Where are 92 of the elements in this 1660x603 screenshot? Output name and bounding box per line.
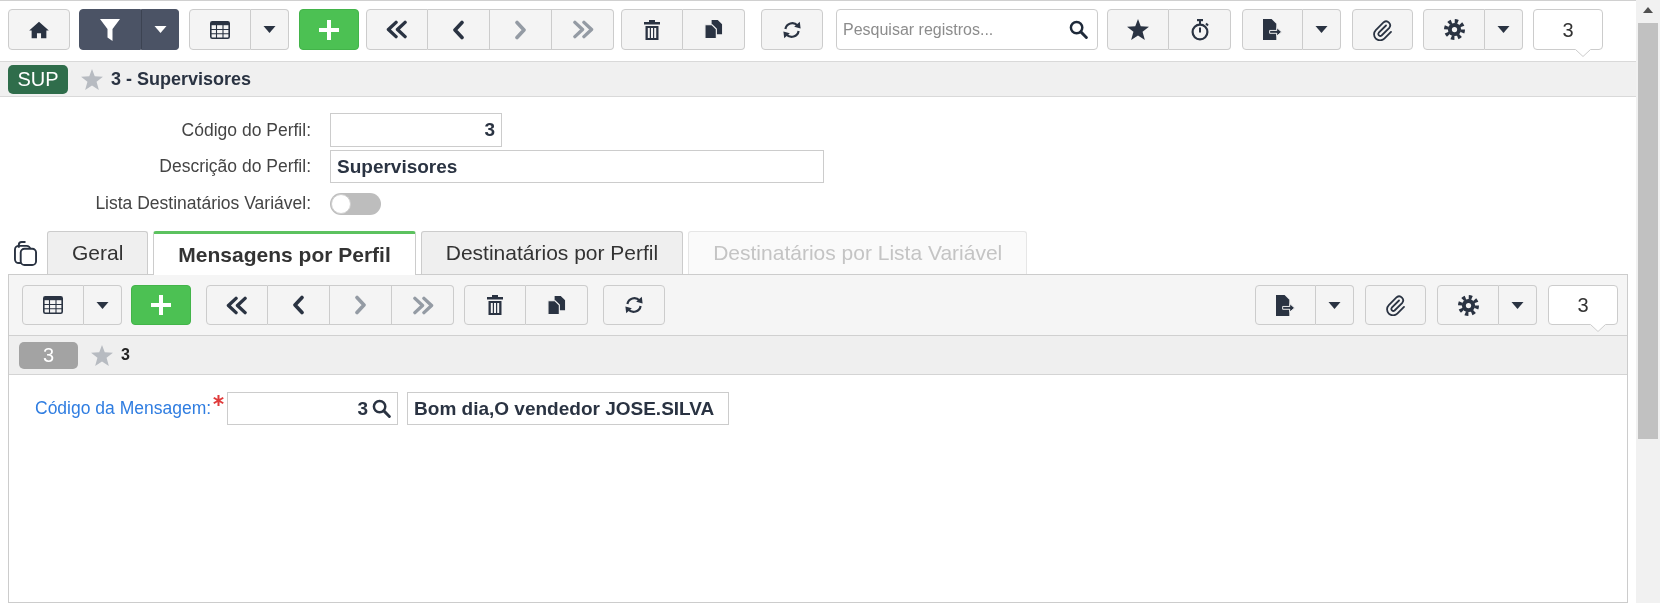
plus-icon — [151, 295, 171, 315]
home-icon — [29, 20, 49, 39]
scroll-up-icon — [1643, 7, 1653, 13]
code-field[interactable]: 3 — [330, 113, 502, 147]
documents-icon — [704, 20, 723, 39]
description-field[interactable]: Supervisores — [330, 150, 824, 183]
chevron-left-icon — [452, 19, 465, 40]
search-field[interactable]: Pesquisar registros... — [836, 9, 1098, 50]
settings-button[interactable] — [1437, 285, 1499, 325]
settings-menu-button[interactable] — [1485, 9, 1523, 50]
table-icon — [43, 296, 63, 314]
refresh-button[interactable] — [603, 285, 665, 325]
toggle-switch[interactable] — [330, 192, 381, 215]
field-label: Descrição do Perfil: — [158, 155, 311, 179]
export-button[interactable] — [1255, 285, 1316, 325]
star-icon — [1127, 19, 1149, 40]
caret-down-icon — [1511, 301, 1524, 309]
search-icon — [372, 399, 392, 418]
delete-button[interactable] — [464, 285, 526, 325]
double-chevron-right-icon — [410, 295, 435, 315]
record-badge: 3 — [19, 341, 78, 369]
filter-button[interactable] — [79, 9, 141, 50]
attach-button[interactable] — [1365, 285, 1426, 325]
record-count: 3 — [1533, 9, 1603, 50]
scrollbar-thumb[interactable] — [1638, 23, 1658, 439]
grid-view-menu-button[interactable] — [251, 9, 289, 50]
lookup-field[interactable]: 3 — [227, 392, 399, 425]
field-label: Código da Mensagem: — [35, 397, 212, 421]
tab[interactable]: Destinatários por Perfil — [420, 231, 684, 274]
documents-icon — [547, 295, 566, 315]
chevron-right-icon — [354, 295, 367, 315]
first-record-button[interactable] — [366, 9, 428, 50]
description-field[interactable]: Bom dia,O vendedor JOSE.SILVA — [407, 392, 730, 425]
refresh-icon — [624, 295, 644, 315]
export-menu-button[interactable] — [1303, 9, 1341, 50]
export-menu-button[interactable] — [1316, 285, 1354, 325]
caret-down-icon — [263, 26, 276, 33]
double-chevron-left-icon — [385, 20, 409, 39]
table-icon — [210, 20, 230, 39]
filter-icon — [100, 18, 120, 41]
file-export-icon — [1263, 19, 1282, 40]
double-chevron-left-icon — [225, 295, 249, 315]
record-title: 3 — [121, 345, 130, 365]
refresh-icon — [782, 19, 802, 40]
first-record-button[interactable] — [206, 285, 268, 325]
tab[interactable]: Mensagens por Perfil — [153, 231, 416, 275]
caret-down-icon — [1328, 301, 1341, 309]
chevron-right-icon — [514, 19, 527, 40]
grid-view-button[interactable] — [189, 9, 251, 50]
field-label: Lista Destinatários Variável: — [94, 192, 311, 216]
caret-down-icon — [96, 301, 109, 309]
caret-down-icon — [153, 26, 167, 33]
caret-down-icon — [1315, 26, 1328, 33]
trash-icon — [487, 295, 503, 315]
file-export-icon — [1276, 294, 1295, 316]
bubble-pointer-icon — [1575, 49, 1591, 57]
record-count: 3 — [1548, 285, 1618, 325]
double-chevron-right-icon — [570, 20, 595, 39]
previous-record-button[interactable] — [428, 9, 490, 50]
grid-view-button[interactable] — [22, 285, 84, 325]
caret-down-icon — [1497, 26, 1510, 33]
delete-button[interactable] — [621, 9, 683, 50]
settings-button[interactable] — [1423, 9, 1485, 50]
plus-icon — [319, 19, 339, 40]
chevron-left-icon — [292, 295, 305, 315]
attach-button[interactable] — [1352, 9, 1413, 50]
search-icon — [1069, 20, 1088, 39]
previous-record-button[interactable] — [268, 285, 330, 325]
duplicate-button[interactable] — [526, 285, 588, 325]
filter-menu-button[interactable] — [141, 9, 179, 50]
refresh-button[interactable] — [761, 9, 823, 50]
home-button[interactable] — [8, 9, 70, 50]
duplicate-button[interactable] — [683, 9, 745, 50]
timer-button[interactable] — [1169, 9, 1231, 50]
add-button[interactable] — [299, 9, 359, 50]
settings-icon — [1443, 19, 1465, 40]
trash-icon — [644, 19, 660, 40]
copy-icon — [14, 240, 37, 266]
grid-view-menu-button[interactable] — [84, 285, 122, 325]
stopwatch-icon — [1189, 18, 1210, 41]
field-label: Código do Perfil: — [180, 118, 311, 142]
add-button[interactable] — [131, 285, 191, 325]
paperclip-icon — [1384, 294, 1407, 316]
bubble-pointer-icon — [1590, 324, 1606, 332]
export-button[interactable] — [1242, 9, 1303, 50]
settings-menu-button[interactable] — [1499, 285, 1537, 325]
paperclip-icon — [1371, 18, 1394, 41]
record-title: 3 - Supervisores — [111, 67, 252, 91]
record-badge: SUP — [8, 64, 68, 94]
tab[interactable]: Geral — [47, 231, 149, 274]
settings-icon — [1457, 294, 1479, 316]
favorite-button[interactable] — [1107, 9, 1169, 50]
